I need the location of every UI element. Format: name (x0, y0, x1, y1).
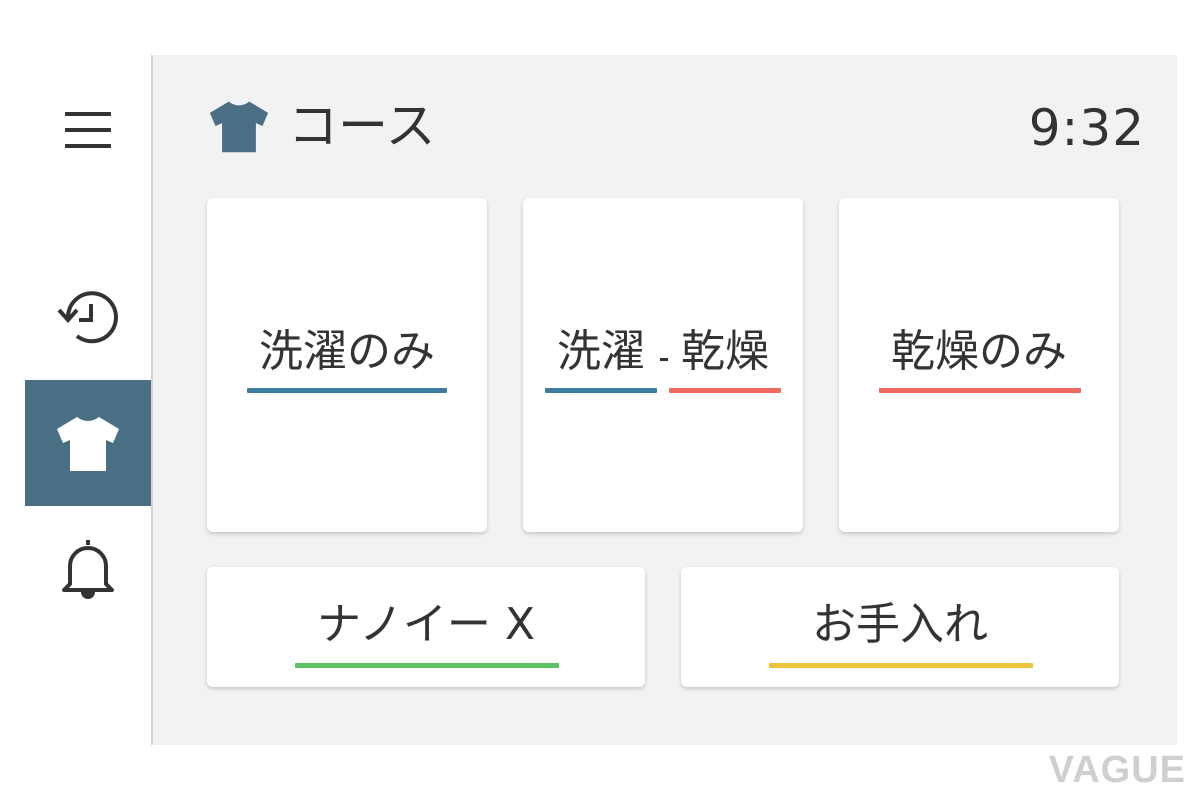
course-button[interactable] (25, 380, 151, 506)
hamburger-menu-icon (65, 112, 111, 148)
shirt-icon (209, 101, 269, 153)
separator-dash (660, 358, 668, 361)
clock: 9:32 (1028, 99, 1145, 157)
course-label: ナノイー X (317, 599, 535, 650)
wash-underline (545, 388, 657, 393)
dry-underline (879, 388, 1081, 393)
course-label-dry: 乾燥 (681, 326, 769, 377)
course-dry-only-button[interactable]: 乾燥のみ (839, 198, 1119, 532)
page-title: コース (288, 97, 436, 155)
notifications-button[interactable] (25, 520, 151, 615)
course-label: 洗濯のみ (259, 326, 435, 377)
sidebar (25, 55, 151, 745)
shirt-icon (57, 417, 119, 471)
course-nanoe-button[interactable]: ナノイー X (207, 567, 645, 687)
wash-underline (247, 388, 447, 393)
menu-button[interactable] (25, 85, 151, 175)
course-care-button[interactable]: お手入れ (681, 567, 1119, 687)
course-label-wash: 洗濯 (557, 326, 645, 377)
bell-icon (62, 539, 114, 599)
main-content: コース 9:32 洗濯のみ 洗濯 乾燥 乾燥のみ ナノイー X お手入れ (153, 55, 1177, 745)
course-label: 乾燥のみ (891, 326, 1067, 377)
history-icon (57, 290, 118, 343)
history-button[interactable] (25, 270, 151, 365)
watermark-logo: VAGUE (1048, 749, 1186, 791)
dry-underline (669, 388, 781, 393)
course-wash-only-button[interactable]: 洗濯のみ (207, 198, 487, 532)
app-frame: コース 9:32 洗濯のみ 洗濯 乾燥 乾燥のみ ナノイー X お手入れ (25, 55, 1177, 745)
course-label: お手入れ (812, 599, 988, 650)
nanoe-underline (295, 663, 559, 668)
course-wash-dry-button[interactable]: 洗濯 乾燥 (523, 198, 803, 532)
care-underline (769, 663, 1033, 668)
